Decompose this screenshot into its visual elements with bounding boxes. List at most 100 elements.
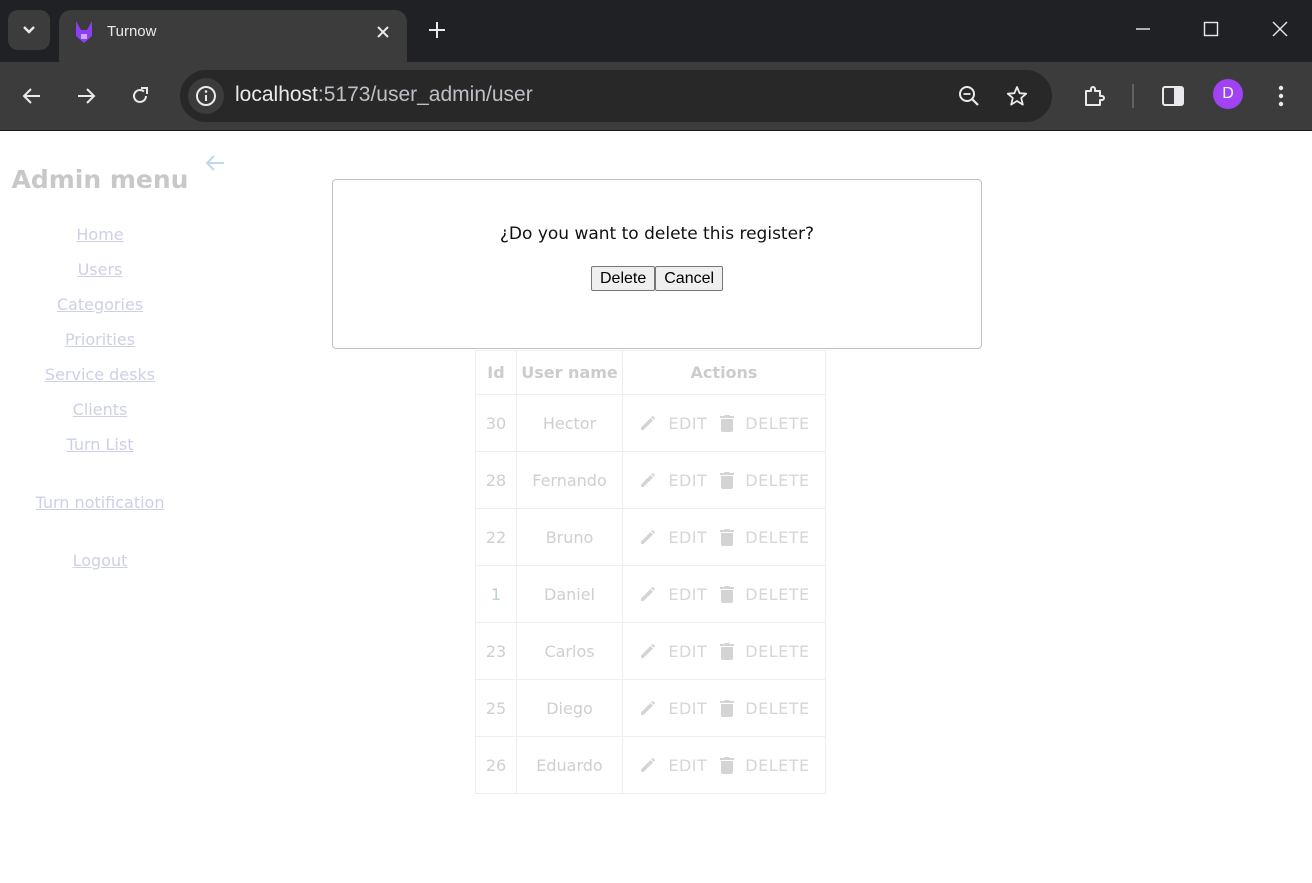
arrow-right-icon bbox=[78, 88, 96, 104]
tab-title: Turnow bbox=[107, 23, 157, 40]
zoom-button[interactable] bbox=[953, 80, 985, 112]
address-bar[interactable]: localhost:5173/user_admin/user bbox=[180, 70, 1052, 122]
pencil-icon bbox=[641, 473, 656, 487]
cell-id: 25 bbox=[475, 679, 517, 737]
reload-icon bbox=[133, 87, 148, 103]
row-actions: EDIT DELETE bbox=[623, 584, 825, 604]
column-header-id: Id bbox=[475, 350, 517, 395]
profile-avatar[interactable]: D bbox=[1213, 79, 1243, 109]
row-actions: EDIT DELETE bbox=[623, 527, 825, 547]
delete-label: DELETE bbox=[745, 641, 810, 661]
cell-id: 30 bbox=[475, 394, 517, 452]
table-row: 22 Bruno EDIT DELETE bbox=[475, 508, 826, 566]
row-actions: EDIT DELETE bbox=[623, 470, 825, 490]
chevron-down-icon bbox=[23, 26, 35, 34]
delete-button[interactable]: DELETE bbox=[719, 641, 809, 661]
sidebar-item-clients[interactable]: Clients bbox=[0, 400, 200, 419]
edit-button[interactable]: EDIT bbox=[638, 641, 707, 661]
delete-button[interactable]: DELETE bbox=[719, 584, 809, 604]
row-actions: EDIT DELETE bbox=[623, 698, 825, 718]
cell-user-name: Hector bbox=[516, 394, 623, 452]
url-host: localhost bbox=[235, 83, 318, 106]
row-actions: EDIT DELETE bbox=[623, 755, 825, 775]
site-info-button[interactable] bbox=[188, 78, 224, 114]
zoom-out-icon bbox=[959, 86, 979, 106]
row-actions: EDIT DELETE bbox=[623, 413, 825, 433]
cancel-button[interactable]: Cancel bbox=[655, 266, 724, 291]
trash-icon bbox=[720, 700, 735, 717]
sidebar-item-priorities[interactable]: Priorities bbox=[0, 330, 200, 349]
delete-label: DELETE bbox=[745, 527, 810, 547]
delete-label: DELETE bbox=[745, 584, 810, 604]
puzzle-icon bbox=[1085, 86, 1105, 106]
edit-label: EDIT bbox=[668, 584, 708, 604]
trash-icon bbox=[720, 643, 735, 660]
sidebar-item-users[interactable]: Users bbox=[0, 260, 200, 279]
url-text[interactable]: localhost:5173/user_admin/user bbox=[235, 83, 533, 107]
cell-id: 28 bbox=[475, 451, 517, 509]
tab-close-button[interactable] bbox=[373, 22, 393, 42]
edit-button[interactable]: EDIT bbox=[638, 584, 707, 604]
trash-icon bbox=[720, 586, 735, 603]
browser-menu-button[interactable] bbox=[1265, 80, 1297, 112]
info-icon bbox=[196, 86, 216, 106]
edit-button[interactable]: EDIT bbox=[638, 527, 707, 547]
sidebar-item-home[interactable]: Home bbox=[0, 225, 200, 244]
users-table: Id User name Actions 30 Hector EDIT DELETE 2… bbox=[475, 350, 826, 794]
sidebar-item-turn-notification[interactable]: Turn notification bbox=[0, 493, 200, 512]
delete-button[interactable]: DELETE bbox=[719, 698, 809, 718]
edit-button[interactable]: EDIT bbox=[638, 698, 707, 718]
edit-button[interactable]: EDIT bbox=[638, 470, 707, 490]
cell-user-name: Diego bbox=[516, 679, 623, 737]
sidebar-item-categories[interactable]: Categories bbox=[0, 295, 200, 314]
table-body: 30 Hector EDIT DELETE 28 Fernando EDIT DELETE 22… bbox=[475, 394, 826, 794]
forward-button[interactable] bbox=[70, 80, 102, 112]
arrow-left-icon bbox=[22, 88, 40, 104]
confirm-delete-button[interactable]: Delete bbox=[591, 266, 656, 291]
reload-button[interactable] bbox=[124, 80, 156, 112]
edit-button[interactable]: EDIT bbox=[638, 755, 707, 775]
sidebar-item-turn-list[interactable]: Turn List bbox=[0, 435, 200, 454]
cell-user-name: Fernando bbox=[516, 451, 623, 509]
cell-actions: EDIT DELETE bbox=[622, 565, 826, 623]
edit-label: EDIT bbox=[668, 470, 708, 490]
delete-button[interactable]: DELETE bbox=[719, 527, 809, 547]
tab-search-button[interactable] bbox=[8, 10, 50, 50]
page-content: Admin menu Home Users Categories Priorit… bbox=[0, 131, 1312, 883]
maximize-button[interactable] bbox=[1196, 14, 1226, 44]
pencil-icon bbox=[641, 530, 656, 544]
edit-label: EDIT bbox=[668, 413, 708, 433]
trash-icon bbox=[720, 472, 735, 489]
logout-link[interactable]: Logout bbox=[0, 551, 200, 570]
table-row: 25 Diego EDIT DELETE bbox=[475, 679, 826, 737]
delete-button[interactable]: DELETE bbox=[719, 470, 809, 490]
side-panel-button[interactable] bbox=[1157, 80, 1189, 112]
edit-label: EDIT bbox=[668, 527, 708, 547]
edit-label: EDIT bbox=[668, 641, 708, 661]
cell-id: 22 bbox=[475, 508, 517, 566]
extensions-button[interactable] bbox=[1078, 80, 1110, 112]
sidebar-item-service-desks[interactable]: Service desks bbox=[0, 365, 200, 384]
delete-button[interactable]: DELETE bbox=[719, 413, 809, 433]
edit-button[interactable]: EDIT bbox=[638, 413, 707, 433]
edit-label: EDIT bbox=[668, 698, 708, 718]
table-row: 23 Carlos EDIT DELETE bbox=[475, 622, 826, 680]
back-button[interactable] bbox=[16, 80, 48, 112]
pencil-icon bbox=[641, 758, 656, 772]
delete-label: DELETE bbox=[745, 470, 810, 490]
browser-tabstrip: Turnow bbox=[0, 0, 1312, 62]
table-row: 26 Eduardo EDIT DELETE bbox=[475, 736, 826, 794]
cell-actions: EDIT DELETE bbox=[622, 622, 826, 680]
edit-label: EDIT bbox=[668, 755, 708, 775]
new-tab-button[interactable] bbox=[424, 17, 450, 43]
bookmark-button[interactable] bbox=[1001, 80, 1033, 112]
cell-actions: EDIT DELETE bbox=[622, 736, 826, 794]
cell-id: 26 bbox=[475, 736, 517, 794]
toolbar-separator bbox=[1132, 84, 1134, 108]
delete-button[interactable]: DELETE bbox=[719, 755, 809, 775]
back-arrow-icon[interactable] bbox=[203, 151, 227, 175]
window-close-button[interactable] bbox=[1265, 14, 1295, 44]
cell-actions: EDIT DELETE bbox=[622, 508, 826, 566]
minimize-button[interactable] bbox=[1128, 14, 1158, 44]
browser-tab-active[interactable]: Turnow bbox=[59, 10, 407, 62]
